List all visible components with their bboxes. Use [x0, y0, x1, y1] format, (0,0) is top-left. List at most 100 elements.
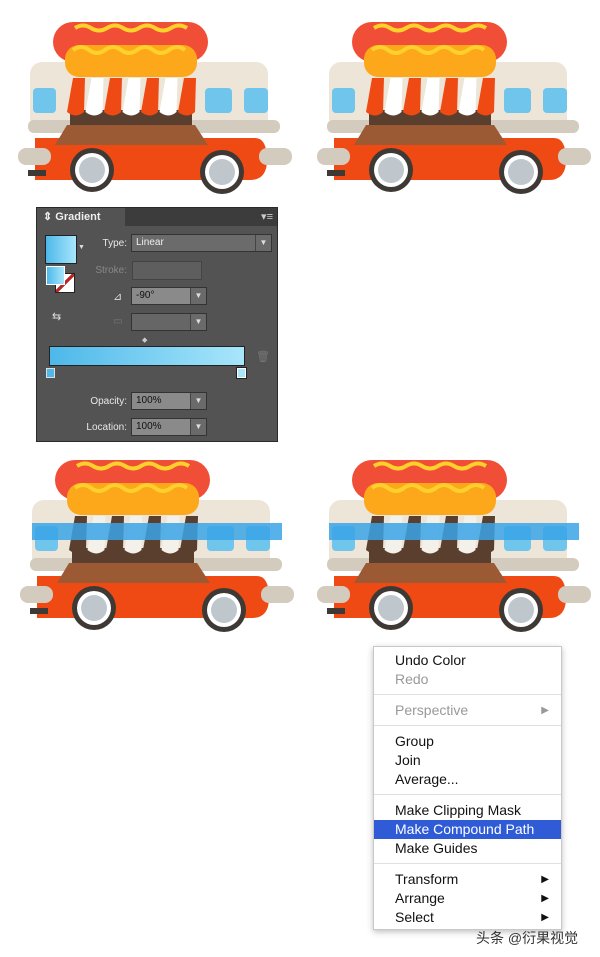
- gradient-swatch[interactable]: [45, 235, 77, 264]
- opacity-value: 100%: [136, 395, 162, 406]
- menu-item-label: Make Compound Path: [395, 821, 535, 837]
- opacity-field[interactable]: 100% ▼: [131, 392, 207, 410]
- wheel-hub: [81, 595, 107, 621]
- wheel-hub: [508, 597, 534, 623]
- rear-bumper: [558, 148, 591, 165]
- menu-item-redo[interactable]: Redo: [374, 670, 561, 689]
- context-menu: Undo Color Redo Perspective ▶ Group Join Avera…: [373, 646, 562, 930]
- selection-bar: [329, 523, 579, 540]
- gradient-panel: ⇕ Gradient ▾≡ ▼ ⇆ Type: Linear ▼ Stroke: …: [36, 207, 278, 442]
- fill-swatch[interactable]: [46, 266, 65, 285]
- menu-separator: [374, 863, 561, 864]
- front-bumper: [20, 586, 53, 603]
- chevron-down-icon: ▼: [190, 288, 206, 304]
- menu-item-label: Group: [395, 733, 434, 749]
- submenu-arrow-icon: ▶: [541, 705, 549, 716]
- rear-bumper: [261, 586, 294, 603]
- menu-item-average[interactable]: Average...: [374, 770, 561, 789]
- chevron-down-icon: ▼: [190, 419, 206, 435]
- submenu-arrow-icon: ▶: [541, 874, 549, 885]
- aspect-ratio-field: ▼: [131, 313, 207, 331]
- window: [244, 88, 268, 113]
- front-bumper: [317, 586, 350, 603]
- submenu-arrow-icon: ▶: [541, 912, 549, 923]
- type-value: Linear: [136, 237, 164, 248]
- front-bumper: [317, 148, 350, 165]
- menu-item-select[interactable]: Select ▶: [374, 908, 561, 927]
- food-truck-illustration: [317, 460, 591, 632]
- gradient-slider[interactable]: [49, 346, 245, 366]
- menu-item-label: Average...: [395, 771, 459, 787]
- swatch-dropdown-icon[interactable]: ▼: [78, 244, 85, 251]
- panel-tabbar: ⇕ Gradient ▾≡: [37, 208, 277, 226]
- menu-item-undo-color[interactable]: Undo Color: [374, 651, 561, 670]
- menu-separator: [374, 725, 561, 726]
- wheel-hub: [378, 157, 404, 183]
- menu-item-transform[interactable]: Transform ▶: [374, 870, 561, 889]
- menu-item-label: Arrange: [395, 890, 445, 906]
- menu-item-make-clipping-mask[interactable]: Make Clipping Mask: [374, 801, 561, 820]
- gradient-stop-start[interactable]: [46, 368, 55, 378]
- food-truck-illustration: [317, 22, 591, 194]
- menu-item-group[interactable]: Group: [374, 732, 561, 751]
- midpoint-diamond-icon[interactable]: ◆: [142, 336, 147, 344]
- menu-item-make-guides[interactable]: Make Guides: [374, 839, 561, 858]
- menu-item-label: Join: [395, 752, 421, 768]
- stroke-options: [132, 261, 202, 280]
- panel-title: Gradient: [55, 211, 101, 223]
- watermark: 头条 @衍果视觉: [476, 930, 579, 946]
- gradient-stop-end[interactable]: [236, 367, 247, 379]
- panel-menu-icon[interactable]: ▾≡: [261, 210, 273, 223]
- menu-item-make-compound-path[interactable]: Make Compound Path: [374, 820, 561, 839]
- wheel-hub: [211, 597, 237, 623]
- food-truck-illustration: [20, 460, 294, 632]
- menu-separator: [374, 694, 561, 695]
- step: [327, 608, 345, 614]
- menu-item-join[interactable]: Join: [374, 751, 561, 770]
- window: [504, 88, 531, 113]
- stroke-label: Stroke:: [95, 265, 127, 276]
- front-bumper: [18, 148, 51, 165]
- step: [28, 170, 46, 176]
- menu-separator: [374, 794, 561, 795]
- chevron-down-icon: ▼: [255, 235, 271, 251]
- rear-bumper: [558, 586, 591, 603]
- shelf: [55, 125, 208, 145]
- menu-item-label: Make Guides: [395, 840, 478, 856]
- angle-icon: ⊿: [113, 291, 123, 303]
- wheel-hub: [79, 157, 105, 183]
- food-truck-illustration: [18, 22, 292, 194]
- type-label: Type:: [102, 238, 127, 249]
- step: [30, 608, 48, 614]
- wheel-hub: [508, 159, 534, 185]
- wheel-hub: [209, 159, 235, 185]
- chevron-down-icon: ▼: [190, 314, 206, 330]
- shelf: [354, 125, 507, 145]
- angle-value: -90°: [136, 290, 155, 301]
- menu-item-label: Select: [395, 909, 434, 925]
- location-label: Location:: [86, 422, 127, 433]
- type-select[interactable]: Linear ▼: [131, 234, 272, 252]
- menu-item-label: Transform: [395, 871, 459, 887]
- window: [33, 88, 56, 113]
- menu-item-arrange[interactable]: Arrange ▶: [374, 889, 561, 908]
- shelf: [57, 563, 210, 583]
- menu-item-label: Perspective: [395, 702, 469, 718]
- aspect-ratio-icon: ▭: [113, 316, 123, 327]
- window: [332, 88, 355, 113]
- delete-stop-icon[interactable]: 🗑: [256, 350, 270, 363]
- menu-item-label: Make Clipping Mask: [395, 802, 522, 818]
- submenu-arrow-icon: ▶: [541, 893, 549, 904]
- menu-item-label: Redo: [395, 671, 429, 687]
- tab-gradient[interactable]: ⇕ Gradient: [37, 208, 125, 226]
- menu-item-perspective[interactable]: Perspective ▶: [374, 701, 561, 720]
- reverse-gradient-icon[interactable]: ⇆: [52, 310, 61, 323]
- shelf: [354, 563, 507, 583]
- location-field[interactable]: 100% ▼: [131, 418, 207, 436]
- selection-bar: [32, 523, 282, 540]
- rear-bumper: [259, 148, 292, 165]
- window: [543, 88, 567, 113]
- step: [327, 170, 345, 176]
- menu-item-label: Undo Color: [395, 652, 466, 668]
- angle-field[interactable]: -90° ▼: [131, 287, 207, 305]
